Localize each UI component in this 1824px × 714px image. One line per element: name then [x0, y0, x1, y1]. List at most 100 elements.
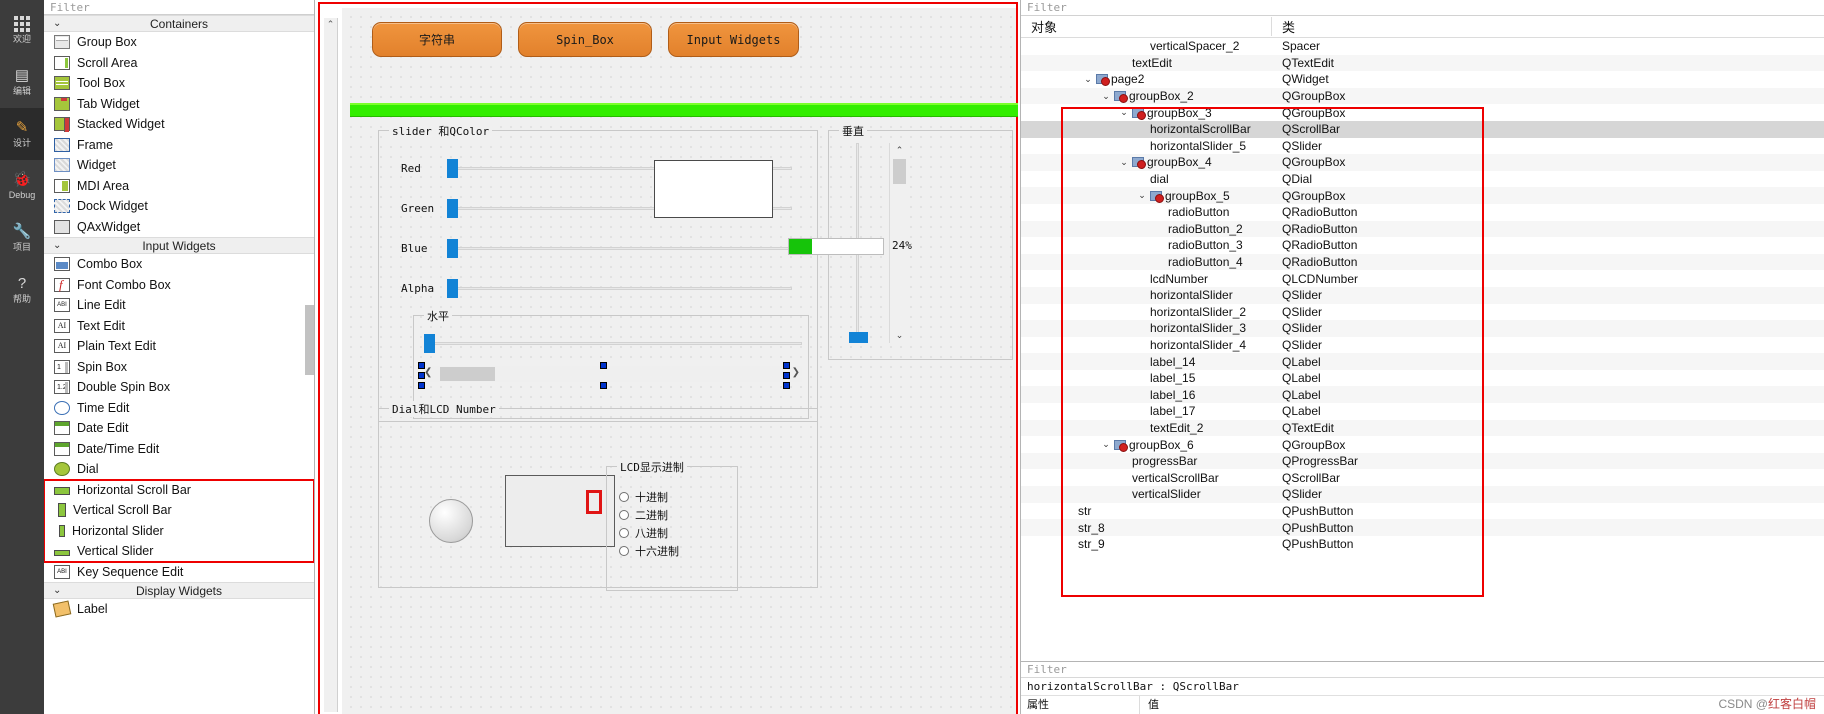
activity-item-debug[interactable]: 🐞 Debug — [0, 160, 44, 212]
object-tree-row[interactable]: str_8 QPushButton — [1021, 519, 1824, 536]
scrollbar-thumb[interactable] — [440, 367, 495, 381]
slider-alpha[interactable] — [447, 277, 792, 299]
horizontal-scrollbar[interactable]: ❮ ❯ — [422, 366, 802, 382]
object-tree-row[interactable]: str QPushButton — [1021, 503, 1824, 520]
widget-item-date-edit[interactable]: Date Edit — [44, 418, 314, 439]
widget-item-frame[interactable]: Frame — [44, 135, 314, 156]
object-tree-row[interactable]: label_16 QLabel — [1021, 386, 1824, 404]
object-tree-row[interactable]: label_14 QLabel — [1021, 353, 1824, 370]
widget-item-mdi-area[interactable]: MDI Area — [44, 176, 314, 197]
object-tree-row[interactable]: horizontalSlider_2 QSlider — [1021, 304, 1824, 321]
dial-control[interactable] — [429, 499, 473, 543]
widget-item-date-time-edit[interactable]: Date/Time Edit — [44, 439, 314, 460]
widget-item-scroll-area[interactable]: Scroll Area — [44, 53, 314, 74]
widget-item-group-box[interactable]: Group Box — [44, 32, 314, 53]
object-tree-row[interactable]: textEdit QTextEdit — [1021, 54, 1824, 72]
widget-item-vertical-slider[interactable]: Vertical Slider — [44, 541, 314, 562]
chevron-down-icon[interactable]: ⌄ — [890, 330, 909, 341]
chevron-right-icon[interactable]: ❯ — [792, 367, 800, 378]
scrollbar-thumb[interactable] — [893, 159, 906, 184]
widget-item-font-combo-box[interactable]: Font Combo Box — [44, 275, 314, 296]
chevron-down-icon[interactable]: ⌄ — [1083, 74, 1093, 85]
color-preview[interactable] — [654, 160, 773, 218]
widget-item-tab-widget[interactable]: Tab Widget — [44, 94, 314, 115]
groupbox-dial-lcd[interactable]: Dial和LCD Number — [378, 401, 818, 588]
canvas-vertical-scrollbar[interactable]: ⌃ — [324, 18, 338, 712]
widget-item-text-edit[interactable]: AI Text Edit — [44, 316, 314, 337]
activity-item-project[interactable]: 🔧 项目 — [0, 212, 44, 264]
property-editor-filter[interactable]: Filter — [1021, 661, 1824, 678]
slider-handle[interactable] — [447, 239, 458, 258]
object-tree-row[interactable]: label_17 QLabel — [1021, 403, 1824, 420]
radio-binary[interactable]: 二进制 — [619, 507, 668, 523]
widget-group-display-widgets[interactable]: ⌄ Display Widgets — [44, 582, 314, 599]
chevron-up-icon[interactable]: ⌃ — [890, 145, 909, 156]
widget-item-spin-box[interactable]: 1 Spin Box — [44, 357, 314, 378]
widget-item-line-edit[interactable]: ABI Line Edit — [44, 295, 314, 316]
slider-handle[interactable] — [849, 332, 868, 343]
object-tree-row[interactable]: verticalScrollBar QScrollBar — [1021, 469, 1824, 486]
object-tree-row[interactable]: ⌄ groupBox_3 QGroupBox — [1021, 104, 1824, 121]
object-tree[interactable]: verticalSpacer_2 Spacer textEdit QTextEdit ⌄… — [1021, 38, 1824, 661]
pushbutton-spinbox[interactable]: Spin_Box — [518, 22, 652, 57]
chevron-down-icon[interactable]: ⌄ — [1101, 439, 1111, 450]
lcd-number-display[interactable] — [505, 475, 615, 547]
widget-item-double-spin-box[interactable]: 1.2 Double Spin Box — [44, 377, 314, 398]
object-tree-row[interactable]: ⌄ groupBox_6 QGroupBox — [1021, 436, 1824, 453]
object-tree-row[interactable]: dial QDial — [1021, 171, 1824, 188]
widget-item-tool-box[interactable]: Tool Box — [44, 73, 314, 94]
object-tree-row[interactable]: horizontalSlider QSlider — [1021, 286, 1824, 304]
object-tree-row[interactable]: ⌄ groupBox_4 QGroupBox — [1021, 154, 1824, 171]
widget-item-key-sequence-edit[interactable]: ABI Key Sequence Edit — [44, 562, 314, 583]
widget-item-plain-text-edit[interactable]: AI Plain Text Edit — [44, 336, 314, 357]
chevron-up-icon[interactable]: ⌃ — [324, 18, 337, 30]
horizontal-slider-5[interactable] — [424, 332, 802, 354]
activity-item-design[interactable]: ✎ 设计 — [0, 108, 44, 160]
radio-hexadecimal[interactable]: 十六进制 — [619, 543, 679, 559]
widget-box-list[interactable]: ⌄ Containers Group Box Scroll Area Tool … — [44, 15, 314, 714]
object-tree-row[interactable]: ⌄ groupBox_5 QGroupBox — [1021, 187, 1824, 204]
object-tree-row[interactable]: textEdit_2 QTextEdit — [1021, 419, 1824, 437]
widget-item-time-edit[interactable]: Time Edit — [44, 398, 314, 419]
object-tree-row[interactable]: radioButton QRadioButton — [1021, 204, 1824, 221]
activity-item-welcome[interactable]: 欢迎 — [0, 4, 44, 56]
object-tree-row[interactable]: radioButton_2 QRadioButton — [1021, 220, 1824, 238]
slider-handle[interactable] — [424, 334, 435, 353]
chevron-down-icon[interactable]: ⌄ — [1119, 107, 1129, 118]
widget-group-containers[interactable]: ⌄ Containers — [44, 15, 314, 32]
slider-handle[interactable] — [447, 279, 458, 298]
radio-octal[interactable]: 八进制 — [619, 525, 668, 541]
pushbutton-input-widgets[interactable]: Input Widgets — [668, 22, 799, 57]
object-tree-row[interactable]: radioButton_3 QRadioButton — [1021, 237, 1824, 254]
object-tree-row[interactable]: horizontalScrollBar QScrollBar — [1021, 120, 1824, 138]
widget-item-horizontal-scroll-bar[interactable]: Horizontal Scroll Bar — [44, 480, 314, 501]
widget-box-filter[interactable]: Filter — [44, 0, 314, 15]
widget-item-stacked-widget[interactable]: Stacked Widget — [44, 114, 314, 135]
widget-item-widget[interactable]: Widget — [44, 155, 314, 176]
groupbox-lcd-base[interactable]: LCD显示进制 十进制 二进制 八进制 十六进制 — [606, 459, 738, 591]
widget-group-input-widgets[interactable]: ⌄ Input Widgets — [44, 237, 314, 254]
slider-blue[interactable] — [447, 237, 792, 259]
object-tree-row[interactable]: horizontalSlider_4 QSlider — [1021, 337, 1824, 354]
activity-item-edit[interactable]: ▤ 编辑 — [0, 56, 44, 108]
slider-handle[interactable] — [447, 159, 458, 178]
widget-item-dial[interactable]: Dial — [44, 459, 314, 480]
widget-item-vertical-scroll-bar[interactable]: Vertical Scroll Bar — [44, 500, 314, 521]
design-form[interactable]: 字符串 Spin_Box Input Widgets slider 和QColo… — [342, 8, 1018, 714]
object-tree-row[interactable]: ⌄ groupBox_2 QGroupBox — [1021, 87, 1824, 105]
object-tree-row[interactable]: radioButton_4 QRadioButton — [1021, 253, 1824, 271]
activity-item-help[interactable]: ? 帮助 — [0, 264, 44, 316]
pushbutton-str[interactable]: 字符串 — [372, 22, 502, 57]
widget-item-dock-widget[interactable]: Dock Widget — [44, 196, 314, 217]
object-tree-row[interactable]: str_9 QPushButton — [1021, 536, 1824, 553]
object-tree-row[interactable]: verticalSlider QSlider — [1021, 486, 1824, 503]
radio-decimal[interactable]: 十进制 — [619, 489, 668, 505]
widget-item-horizontal-slider[interactable]: Horizontal Slider — [44, 521, 314, 542]
object-tree-row[interactable]: horizontalSlider_3 QSlider — [1021, 320, 1824, 337]
chevron-down-icon[interactable]: ⌄ — [1101, 91, 1111, 102]
object-tree-row[interactable]: horizontalSlider_5 QSlider — [1021, 138, 1824, 155]
object-tree-row[interactable]: ⌄ page2 QWidget — [1021, 71, 1824, 88]
object-tree-row[interactable]: lcdNumber QLCDNumber — [1021, 270, 1824, 287]
object-tree-row[interactable]: verticalSpacer_2 Spacer — [1021, 38, 1824, 55]
slider-handle[interactable] — [447, 199, 458, 218]
